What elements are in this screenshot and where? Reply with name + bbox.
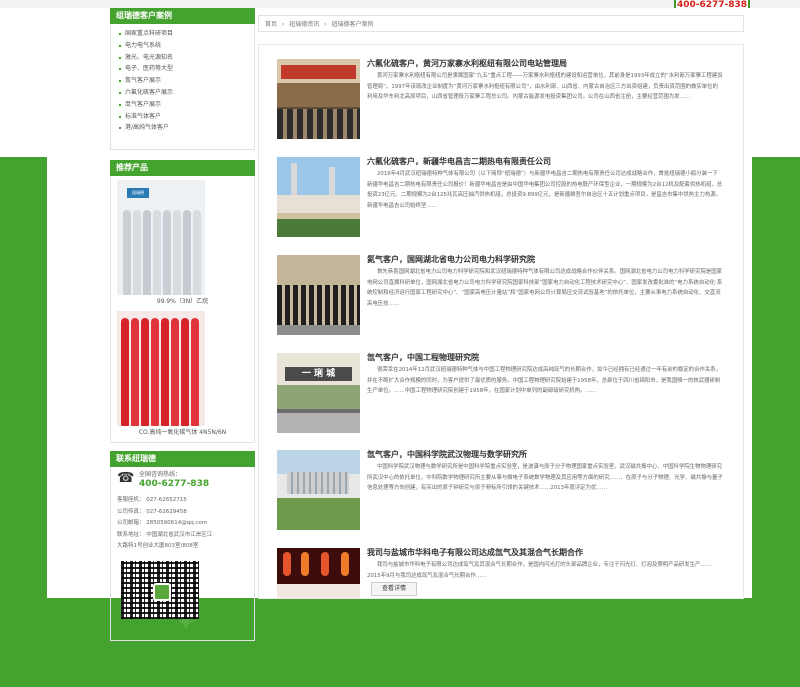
category-list: 国家重点科研项目 电力电气系统 激光、电光源知名 电子、医药等大型 氮气客户展示… [110, 24, 255, 150]
article-title[interactable]: 六氟化硫客户，新疆华电昌吉二期热电有限责任公司 [367, 156, 551, 167]
product-caption[interactable]: 99.9%（3N）乙烷 [111, 295, 254, 309]
article-list: 六氟化硫客户，黄河万家寨水利枢纽有限公司电站管理局 黄河万家寨水利枢纽有限公司是… [258, 44, 744, 599]
contact-line: 公司传真： 027-62629458 [117, 508, 187, 515]
article-title[interactable]: 我司与盐城市华科电子有限公司达成氙气及其混合气长期合作 [367, 547, 583, 558]
product-image-silver[interactable]: 纽瑞德 [117, 180, 205, 295]
category-item[interactable]: 电力电气系统 [111, 40, 254, 52]
view-details-button[interactable]: 查看详情 [371, 582, 417, 596]
category-item[interactable]: 港/高纯气体客户 [111, 122, 254, 134]
contact-line: 大路特1号创业大厦803室/808室 [117, 543, 199, 549]
article-item: 氙气客户，中国科学院武汉物理与数学研究所 中国科学院武汉物理与数学研究所是中国科… [277, 450, 725, 532]
cases-title: 组瑞德客户案例 [110, 8, 255, 24]
category-item[interactable]: 国家重点科研项目 [111, 28, 254, 40]
article-image[interactable] [277, 157, 360, 237]
article-summary: 首先恭喜国网湖北省电力公司电力科学研究院和武汉纽瑞德特种气体有限公司达成战略合作… [367, 269, 723, 307]
category-item[interactable]: 氮气客户展示 [111, 75, 254, 87]
article-image[interactable] [277, 450, 360, 530]
qr-code-icon [121, 560, 199, 619]
article-item: 我司与盐城市华科电子有限公司达成氙气及其混合气长期合作 我司与盐城市华科电子有限… [277, 548, 725, 598]
product-caption[interactable]: CO.高纯一氧化碳气体 4N5N/6N [111, 426, 254, 440]
article-title[interactable]: 氙气客户，中国科学院武汉物理与数学研究所 [367, 449, 527, 460]
article-summary: 2016年4月武汉纽瑞德特种气体有限公司（以下简称“纽瑞德”）与新疆华电昌吉二期… [367, 171, 723, 209]
contact-box: ☎ 全国咨询热线： 400-6277-838 客服座机： 027-6265271… [110, 467, 255, 641]
sidebar: 组瑞德客户案例 国家重点科研项目 电力电气系统 激光、电光源知名 电子、医药等大… [110, 8, 255, 641]
article-item: 氦气客户，国网湖北省电力公司电力科学研究院 首先恭喜国网湖北省电力公司电力科学研… [277, 255, 725, 337]
article-image[interactable] [277, 255, 360, 335]
breadcrumb-separator: › [324, 21, 327, 28]
article-image[interactable]: 一 琍 城 [277, 353, 360, 433]
hotline-number: 400-6277-838 [139, 479, 210, 489]
contact-line: 联系地址： 中国湖北省武汉市江岸区江 [117, 531, 213, 538]
contact-title: 联系纽瑞德 [110, 451, 255, 467]
product-image-red[interactable] [117, 311, 205, 426]
article-image[interactable] [277, 59, 360, 139]
article-summary: 中国科学院武汉物理与数学研究所是中国科学院重点实验室，是波谱与原子分子物理国家重… [367, 464, 723, 491]
category-item[interactable]: 六氟化硫客户展示 [111, 87, 254, 99]
article-summary: 很荣幸在2014年12月武汉纽瑞德特种气体与中国工程物理研究院达成高纯氙气的长期… [367, 367, 722, 394]
contact-line[interactable]: 公司邮箱： 2850590614@qq.com [117, 518, 248, 530]
contact-section: 联系纽瑞德 ☎ 全国咨询热线： 400-6277-838 客服座机： 027-6… [110, 451, 255, 641]
breadcrumb: 首页 › 纽瑞德资讯 › 纽瑞德客户案例 [258, 15, 744, 32]
article-title[interactable]: 氦气客户，国网湖北省电力公司电力科学研究院 [367, 254, 535, 265]
phone-icon: ☎ [117, 470, 135, 486]
breadcrumb-news[interactable]: 纽瑞德资讯 [289, 21, 319, 28]
brand-logo-icon: 纽瑞德 [127, 188, 149, 198]
category-item[interactable]: 激光、电光源知名 [111, 52, 254, 64]
article-summary: 我司与盐城市华科电子有限公司达成氙气及其混合气长期合作，是国内闪光灯的头部品牌企… [367, 562, 712, 579]
article-item: 一 琍 城 氙气客户，中国工程物理研究院 很荣幸在2014年12月武汉纽瑞德特种… [277, 353, 725, 435]
breadcrumb-home[interactable]: 首页 [265, 21, 277, 28]
breadcrumb-cases[interactable]: 纽瑞德客户案例 [332, 21, 374, 28]
contact-line: 客服座机： 027-62652715 [117, 497, 187, 503]
breadcrumb-separator: › [281, 21, 285, 28]
recommend-section: 推荐产品 纽瑞德 99.9%（3N）乙烷 CO.高纯一氧化碳气体 4N5N/6N [110, 160, 255, 443]
article-title[interactable]: 六氟化硫客户，黄河万家寨水利枢纽有限公司电站管理局 [367, 58, 567, 69]
article-item: 六氟化硫客户，黄河万家寨水利枢纽有限公司电站管理局 黄河万家寨水利枢纽有限公司是… [277, 59, 725, 141]
category-item[interactable]: 氙气客户展示 [111, 99, 254, 111]
recommend-box: 纽瑞德 99.9%（3N）乙烷 CO.高纯一氧化碳气体 4N5N/6N [110, 176, 255, 443]
recommend-title: 推荐产品 [110, 160, 255, 176]
article-title[interactable]: 氙气客户，中国工程物理研究院 [367, 352, 479, 363]
article-summary: 黄河万家寨水利枢纽有限公司是隶属国家“九五”重点工程——万家寨水利枢纽的建设和运… [367, 73, 723, 100]
article-image[interactable] [277, 548, 360, 598]
article-item: 六氟化硫客户，新疆华电昌吉二期热电有限责任公司 2016年4月武汉纽瑞德特种气体… [277, 157, 725, 239]
category-item[interactable]: 电子、医药等大型 [111, 63, 254, 75]
category-item[interactable]: 标准气体客户 [111, 111, 254, 123]
